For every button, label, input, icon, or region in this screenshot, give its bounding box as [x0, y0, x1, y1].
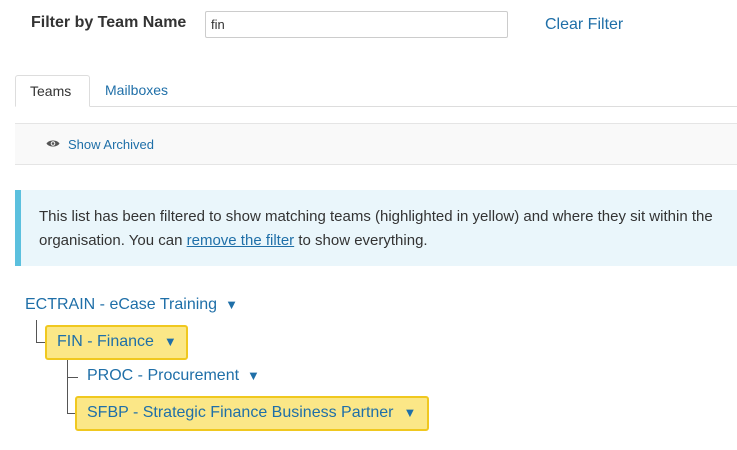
tree-node-ectrain[interactable]: ECTRAIN - eCase Training ▼ [25, 296, 238, 314]
tree-node-label: FIN - Finance [57, 333, 154, 350]
tree-node-sfbp[interactable]: SFBP - Strategic Finance Business Partne… [75, 396, 429, 431]
caret-down-icon[interactable]: ▼ [404, 405, 417, 420]
tree-node-label: PROC - Procurement [87, 367, 240, 384]
eye-icon [46, 140, 60, 147]
tree-connector [67, 360, 78, 378]
caret-down-icon[interactable]: ▼ [164, 334, 177, 349]
tab-bar: Teams Mailboxes [15, 75, 737, 107]
tree-node-label: SFBP - Strategic Finance Business Partne… [87, 404, 394, 421]
tab-mailboxes[interactable]: Mailboxes [90, 75, 182, 106]
tab-teams[interactable]: Teams [15, 75, 90, 107]
alert-text-after: to show everything. [294, 232, 428, 249]
filter-info-alert: This list has been filtered to show matc… [15, 190, 737, 266]
show-archived-link[interactable]: Show Archived [68, 137, 154, 152]
team-name-filter-input[interactable] [205, 11, 508, 38]
caret-down-icon[interactable]: ▼ [225, 297, 238, 312]
remove-filter-link[interactable]: remove the filter [187, 232, 295, 249]
caret-down-icon[interactable]: ▼ [247, 368, 260, 383]
archived-toolbar: Show Archived [15, 123, 737, 165]
filter-label: Filter by Team Name [31, 14, 187, 31]
tree-node-fin[interactable]: FIN - Finance ▼ [45, 325, 188, 360]
clear-filter-link[interactable]: Clear Filter [545, 16, 623, 34]
tree-node-proc[interactable]: PROC - Procurement ▼ [87, 367, 260, 385]
tree-node-label: ECTRAIN - eCase Training [25, 296, 218, 313]
